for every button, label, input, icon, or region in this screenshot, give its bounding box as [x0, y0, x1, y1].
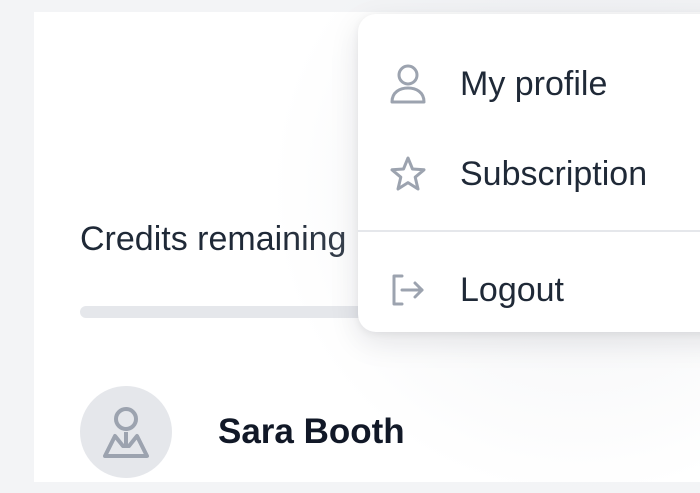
user-name: Sara Booth: [218, 412, 405, 451]
user-avatar-icon: [103, 407, 149, 458]
menu-item-logout[interactable]: Logout: [358, 264, 700, 316]
credits-remaining-label: Credits remaining: [80, 220, 347, 258]
avatar[interactable]: [80, 386, 172, 478]
user-row[interactable]: Sara Booth: [80, 386, 405, 478]
user-menu-dropdown: My profile Subscription Logout: [358, 14, 700, 332]
logout-icon: [386, 268, 430, 312]
menu-item-subscription[interactable]: Subscription: [358, 148, 700, 200]
user-icon: [386, 62, 430, 106]
menu-item-label: My profile: [460, 64, 608, 103]
menu-item-label: Logout: [460, 270, 564, 309]
star-icon: [386, 152, 430, 196]
menu-item-my-profile[interactable]: My profile: [358, 58, 700, 110]
screen: Credits remaining Sara Booth My profile …: [0, 0, 700, 493]
menu-divider: [358, 230, 700, 232]
menu-item-label: Subscription: [460, 154, 648, 193]
